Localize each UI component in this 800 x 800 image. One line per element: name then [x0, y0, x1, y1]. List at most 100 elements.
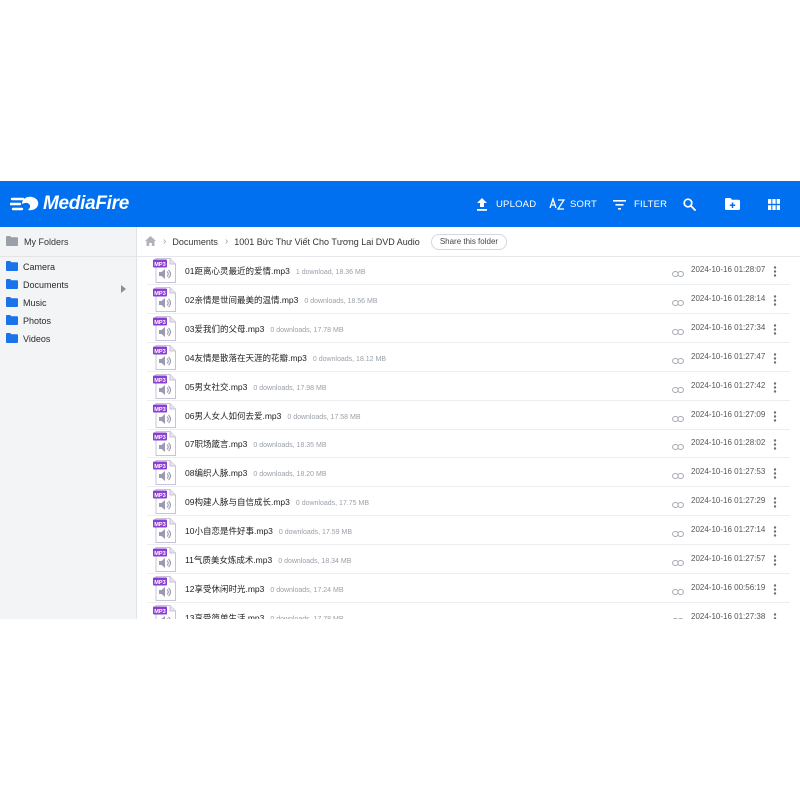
file-name-text[interactable]: 05男女社交.mp3	[185, 382, 247, 392]
more-options-icon[interactable]	[773, 582, 777, 600]
file-name[interactable]: 13享受简单生活.mp3 0 downloads, 17.78 MB	[185, 612, 344, 619]
link-icon[interactable]	[672, 410, 684, 428]
mp3-badge-text: MP3	[154, 493, 166, 499]
file-name-text[interactable]: 13享受简单生活.mp3	[185, 613, 264, 619]
top-toolbar: MediaFire UPLOAD SORT FILTER	[0, 181, 800, 227]
sidebar-item-photos[interactable]: Photos	[0, 312, 136, 329]
sidebar-my-folders[interactable]: My Folders	[0, 227, 136, 257]
more-options-icon[interactable]	[773, 437, 777, 455]
breadcrumb-documents[interactable]: Documents	[172, 237, 218, 247]
link-icon[interactable]	[672, 496, 684, 514]
file-meta: 0 downloads, 17.24 MB	[270, 586, 344, 594]
file-date: 2024-10-16 01:27:53	[691, 467, 766, 477]
mp3-badge-text: MP3	[154, 435, 166, 441]
file-name[interactable]: 06男人女人如何去爱.mp3 0 downloads, 17.58 MB	[185, 410, 361, 422]
link-icon[interactable]	[672, 554, 684, 572]
file-row[interactable]: MP3 06男人女人如何去爱.mp3 0 downloads, 17.58 MB 20…	[147, 401, 790, 430]
file-row[interactable]: MP3 07职场箴言.mp3 0 downloads, 18.35 MB 2024-1…	[147, 429, 790, 459]
link-icon[interactable]	[672, 265, 684, 283]
file-row[interactable]: MP3 03爱我们的父母.mp3 0 downloads, 17.78 MB 2024…	[147, 314, 790, 343]
link-icon[interactable]	[672, 352, 684, 370]
sidebar-item-music[interactable]: Music	[0, 294, 136, 311]
more-options-icon[interactable]	[773, 380, 777, 398]
sort-button[interactable]: SORT	[549, 181, 597, 227]
grid-view-button[interactable]	[768, 181, 780, 227]
file-date: 2024-10-16 01:27:34	[691, 322, 766, 332]
file-name-text[interactable]: 11气质美女炼成术.mp3	[185, 555, 272, 565]
file-row[interactable]: MP3 09构建人脉与自信成长.mp3 0 downloads, 17.75 MB 2…	[147, 487, 790, 517]
more-options-icon[interactable]	[773, 495, 777, 513]
file-name[interactable]: 07职场箴言.mp3 0 downloads, 18.35 MB	[185, 438, 327, 450]
more-options-icon[interactable]	[773, 351, 777, 369]
file-name-text[interactable]: 12享受休闲时光.mp3	[185, 584, 264, 594]
file-row[interactable]: MP3 10小自恋是件好事.mp3 0 downloads, 17.59 MB 202…	[147, 516, 790, 546]
mp3-badge-text: MP3	[154, 464, 166, 470]
mp3-file-icon: MP3	[153, 344, 177, 375]
more-options-icon[interactable]	[773, 611, 777, 619]
link-icon[interactable]	[672, 381, 684, 399]
filter-button[interactable]: FILTER	[613, 181, 667, 227]
file-name-text[interactable]: 04友情是散落在天涯的花瓣.mp3	[185, 353, 307, 363]
file-row[interactable]: MP3 01距离心灵最近的爱情.mp3 1 download, 18.36 MB 20…	[147, 256, 790, 285]
sidebar-item-label: Music	[23, 297, 47, 308]
mp3-file-icon: MP3	[153, 258, 177, 288]
home-icon[interactable]	[145, 233, 156, 251]
more-options-icon[interactable]	[773, 553, 777, 571]
file-name[interactable]: 03爱我们的父母.mp3 0 downloads, 17.78 MB	[185, 323, 344, 335]
link-icon[interactable]	[672, 467, 684, 485]
file-row[interactable]: MP3 05男女社交.mp3 0 downloads, 17.98 MB 2024-1…	[147, 372, 790, 401]
file-name[interactable]: 11气质美女炼成术.mp3 0 downloads, 18.34 MB	[185, 554, 351, 566]
share-folder-button[interactable]: Share this folder	[430, 233, 508, 250]
more-options-icon[interactable]	[773, 409, 777, 427]
file-name-text[interactable]: 06男人女人如何去爱.mp3	[185, 411, 281, 421]
file-name[interactable]: 01距离心灵最近的爱情.mp3 1 download, 18.36 MB	[185, 265, 366, 277]
mediafire-logo[interactable]: MediaFire	[10, 192, 129, 216]
sidebar-item-videos[interactable]: Videos	[0, 330, 136, 347]
file-name[interactable]: 08编织人脉.mp3 0 downloads, 18.20 MB	[185, 467, 327, 479]
more-options-icon[interactable]	[773, 524, 777, 542]
file-row[interactable]: MP3 12享受休闲时光.mp3 0 downloads, 17.24 MB 2024…	[147, 574, 790, 603]
file-date: 2024-10-16 01:27:09	[691, 409, 766, 419]
sidebar-item-camera[interactable]: Camera	[0, 258, 136, 275]
link-icon[interactable]	[672, 294, 684, 312]
file-row[interactable]: MP3 13享受简单生活.mp3 0 downloads, 17.78 MB 2024…	[147, 603, 790, 619]
sidebar-item-documents[interactable]: Documents	[0, 276, 136, 293]
file-name-text[interactable]: 02亲情是世间最美的温情.mp3	[185, 295, 298, 305]
file-meta: 0 downloads, 17.58 MB	[287, 413, 361, 421]
file-name[interactable]: 09构建人脉与自信成长.mp3 0 downloads, 17.75 MB	[185, 496, 369, 508]
file-name-text[interactable]: 09构建人脉与自信成长.mp3	[185, 497, 290, 507]
new-folder-button[interactable]	[725, 181, 740, 227]
sort-label: SORT	[570, 198, 598, 210]
file-row[interactable]: MP3 08编织人脉.mp3 0 downloads, 18.20 MB 2024-1…	[147, 458, 790, 488]
file-row[interactable]: MP3 11气质美女炼成术.mp3 0 downloads, 18.34 MB 202…	[147, 545, 790, 574]
file-name-text[interactable]: 08编织人脉.mp3	[185, 468, 247, 478]
link-icon[interactable]	[672, 612, 684, 619]
file-name[interactable]: 02亲情是世间最美的温情.mp3 0 downloads, 18.56 MB	[185, 294, 378, 306]
folder-icon	[6, 258, 18, 276]
file-row[interactable]: MP3 04友情是散落在天涯的花瓣.mp3 0 downloads, 18.12 M…	[147, 343, 790, 372]
file-name[interactable]: 05男女社交.mp3 0 downloads, 17.98 MB	[185, 381, 327, 393]
mp3-file-icon: MP3	[153, 604, 177, 619]
file-name-text[interactable]: 01距离心灵最近的爱情.mp3	[185, 266, 290, 276]
search-button[interactable]	[683, 181, 696, 227]
file-date: 2024-10-16 00:56:19	[691, 582, 766, 592]
more-options-icon[interactable]	[773, 293, 777, 311]
mp3-file-icon: MP3	[153, 575, 177, 606]
more-options-icon[interactable]	[773, 322, 777, 340]
link-icon[interactable]	[672, 525, 684, 543]
file-row[interactable]: MP3 02亲情是世间最美的温情.mp3 0 downloads, 18.56 MB…	[147, 285, 790, 314]
file-name-text[interactable]: 10小自恋是件好事.mp3	[185, 526, 273, 536]
more-options-icon[interactable]	[773, 466, 777, 484]
file-name-text[interactable]: 07职场箴言.mp3	[185, 439, 247, 449]
file-name[interactable]: 10小自恋是件好事.mp3 0 downloads, 17.59 MB	[185, 525, 352, 537]
breadcrumb-current-folder[interactable]: 1001 Bức Thư Viết Cho Tương Lai DVD Audi…	[234, 237, 420, 247]
file-name-text[interactable]: 03爱我们的父母.mp3	[185, 324, 264, 334]
file-name[interactable]: 12享受休闲时光.mp3 0 downloads, 17.24 MB	[185, 583, 344, 595]
upload-button[interactable]: UPLOAD	[476, 181, 536, 227]
more-options-icon[interactable]	[773, 264, 777, 282]
file-browser: › Documents › 1001 Bức Thư Viết Cho Tươn…	[137, 227, 800, 619]
link-icon[interactable]	[672, 323, 684, 341]
link-icon[interactable]	[672, 438, 684, 456]
file-name[interactable]: 04友情是散落在天涯的花瓣.mp3 0 downloads, 18.12 MB	[185, 352, 386, 364]
link-icon[interactable]	[672, 583, 684, 601]
